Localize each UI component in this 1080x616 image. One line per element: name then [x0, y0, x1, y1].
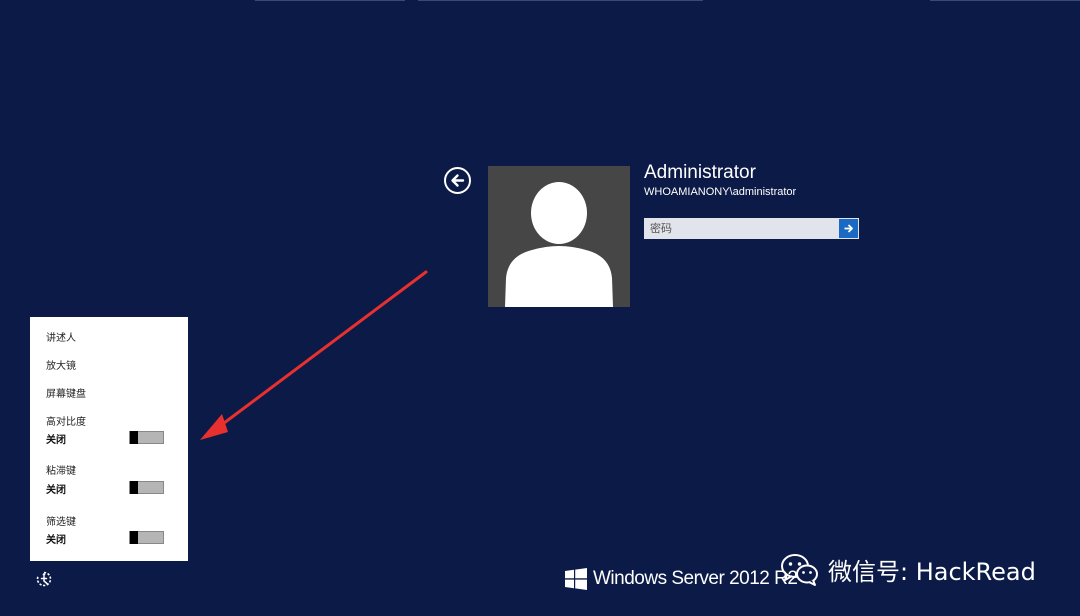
toggle-knob	[130, 431, 138, 444]
password-input[interactable]	[644, 218, 838, 239]
back-button[interactable]	[444, 167, 471, 194]
menu-item-magnifier[interactable]: 放大镜	[46, 357, 76, 372]
menu-item-high-contrast: 高对比度	[46, 417, 86, 428]
windows-logo-icon	[565, 568, 587, 590]
wechat-icon	[781, 553, 818, 586]
os-name: Windows Server 2012 R2	[593, 568, 798, 589]
ease-of-access-icon	[36, 571, 52, 587]
user-account: WHOAMIANONY\administrator	[644, 186, 797, 198]
menu-item-on-screen-keyboard[interactable]: 屏幕键盘	[46, 385, 86, 400]
watermark-text: 微信号: HackRead	[828, 558, 1036, 586]
high-contrast-toggle[interactable]	[129, 431, 164, 444]
os-branding: Windows Server 2012 R2	[565, 568, 798, 590]
user-name: Administrator	[644, 162, 756, 183]
filter-keys-toggle[interactable]	[129, 531, 164, 544]
top-edge-line	[418, 0, 703, 1]
toggle-knob	[130, 531, 138, 544]
watermark: 微信号: HackRead	[780, 552, 1036, 587]
toggle-knob	[130, 481, 138, 494]
sticky-keys-state: 关闭	[46, 485, 66, 496]
filter-keys-state: 关闭	[46, 535, 66, 546]
submit-arrow-icon	[844, 224, 853, 233]
menu-item-filter-keys: 筛选键	[46, 517, 76, 528]
menu-item-narrator[interactable]: 讲述人	[46, 329, 76, 344]
password-box	[644, 218, 859, 239]
menu-item-sticky-keys: 粘滞键	[46, 466, 76, 477]
ease-of-access-button[interactable]	[35, 570, 53, 588]
user-avatar	[488, 166, 630, 307]
submit-button[interactable]	[838, 218, 859, 239]
ease-of-access-menu: 讲述人 放大镜 屏幕键盘 高对比度 关闭 粘滞键 关闭 筛选键 关闭	[30, 317, 188, 561]
high-contrast-state: 关闭	[46, 435, 66, 446]
user-silhouette-icon	[505, 182, 613, 307]
sticky-keys-toggle[interactable]	[129, 481, 164, 494]
top-edge-line	[255, 0, 405, 1]
back-arrow-icon	[451, 174, 465, 187]
top-edge-line	[930, 0, 1080, 1]
